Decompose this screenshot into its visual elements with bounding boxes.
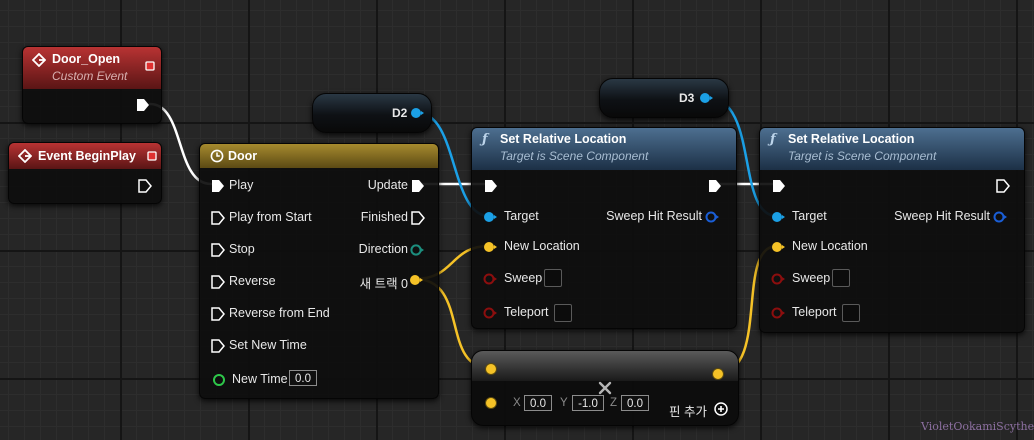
struct-pin-icon[interactable]: [993, 210, 1009, 224]
struct-pin-icon[interactable]: [705, 210, 721, 224]
set-new-time-pin-label: Set New Time: [229, 338, 307, 352]
exec-out-pin-icon[interactable]: [136, 98, 150, 112]
sweep-hit-pin-label-1: Sweep Hit Result: [606, 209, 702, 223]
reverse-pin-label: Reverse: [229, 274, 276, 288]
bool-pin-icon[interactable]: [771, 272, 787, 286]
vector-pin-icon[interactable]: [408, 273, 424, 287]
d3-variable-node[interactable]: D3: [599, 78, 729, 118]
vector-pin-icon[interactable]: [771, 240, 787, 254]
vector-add-header: [472, 351, 738, 381]
object-pin-icon[interactable]: [410, 106, 426, 120]
teleport-pin-label-1: Teleport: [504, 305, 549, 319]
sweep-checkbox-1[interactable]: [544, 269, 562, 287]
exec-out-pin-icon[interactable]: [996, 179, 1010, 193]
watermark-text: VioletOokamiScythe: [921, 420, 1034, 433]
bool-pin-icon[interactable]: [483, 272, 499, 286]
float-pin-icon[interactable]: [212, 373, 226, 387]
teleport-checkbox-2[interactable]: [842, 304, 860, 322]
track-pin-label: 새 트랙 0: [359, 277, 408, 291]
x-axis-label: X: [513, 397, 521, 409]
delegate-pin-icon[interactable]: [145, 61, 155, 71]
new-location-pin-label-2: New Location: [792, 239, 868, 253]
d2-variable-node[interactable]: D2: [312, 93, 432, 133]
sweep-hit-pin-label-2: Sweep Hit Result: [894, 209, 990, 223]
custom-event-title: Door_Open: [52, 52, 121, 66]
teleport-pin-label-2: Teleport: [792, 305, 837, 319]
event-diamond-icon: [32, 53, 46, 67]
sweep-pin-label-2: Sweep: [792, 271, 831, 285]
begin-play-node[interactable]: Event BeginPlay: [8, 142, 162, 204]
object-pin-icon[interactable]: [699, 91, 715, 105]
object-pin-icon[interactable]: [483, 210, 499, 224]
bool-pin-icon[interactable]: [771, 306, 787, 320]
play-from-start-pin-label: Play from Start: [229, 210, 312, 224]
vector-in-pin-icon-b[interactable]: [483, 395, 499, 411]
exec-in-pin-icon[interactable]: [211, 211, 225, 225]
object-pin-icon[interactable]: [771, 210, 787, 224]
update-pin-label: Update: [367, 178, 408, 192]
set-location-subtitle-2: Target is Scene Component: [788, 149, 937, 163]
d3-variable-label: D3: [679, 91, 695, 105]
exec-out-pin-icon[interactable]: [411, 211, 425, 225]
new-time-pin-label: New Time: [232, 372, 288, 386]
set-location-subtitle-1: Target is Scene Component: [500, 149, 649, 163]
exec-out-pin-icon[interactable]: [708, 179, 722, 193]
exec-in-pin-icon[interactable]: [211, 339, 225, 353]
vector-out-pin-icon[interactable]: [710, 366, 726, 382]
exec-in-pin-icon[interactable]: [211, 179, 225, 193]
custom-event-subtitle: Custom Event: [52, 69, 128, 83]
timeline-node[interactable]: Door Play Play from Start Stop Reverse R…: [199, 143, 439, 399]
finished-pin-label: Finished: [360, 210, 408, 224]
exec-in-pin-icon[interactable]: [211, 243, 225, 257]
function-icon: ƒ: [770, 132, 776, 147]
enum-pin-icon[interactable]: [409, 243, 425, 257]
target-pin-label-1: Target: [504, 209, 539, 223]
set-relative-location-node-2[interactable]: ƒ Set Relative Location Target is Scene …: [759, 127, 1025, 333]
add-operator-icon: [598, 381, 612, 395]
begin-play-title: Event BeginPlay: [38, 149, 136, 163]
event-diamond-icon: [18, 149, 32, 163]
direction-pin-label: Direction: [358, 242, 408, 256]
add-pin-plus-icon[interactable]: [714, 402, 728, 416]
sweep-pin-label-1: Sweep: [504, 271, 543, 285]
y-value-input[interactable]: -1.0: [572, 395, 604, 411]
new-location-pin-label-1: New Location: [504, 239, 580, 253]
function-icon: ƒ: [482, 132, 488, 147]
vector-add-node[interactable]: X 0.0 Y -1.0 Z 0.0 핀 추가: [471, 350, 739, 426]
exec-in-pin-icon[interactable]: [772, 179, 786, 193]
new-time-input[interactable]: 0.0: [289, 370, 317, 386]
delegate-pin-icon[interactable]: [147, 151, 157, 161]
y-axis-label: Y: [560, 397, 568, 409]
set-location-title-2: Set Relative Location: [788, 132, 915, 146]
set-relative-location-node-1[interactable]: ƒ Set Relative Location Target is Scene …: [471, 127, 737, 329]
timeline-title: Door: [228, 149, 258, 163]
vector-in-pin-icon-a[interactable]: [483, 361, 499, 377]
exec-in-pin-icon[interactable]: [484, 179, 498, 193]
d2-variable-label: D2: [392, 106, 408, 120]
teleport-checkbox-1[interactable]: [554, 304, 572, 322]
x-value-input[interactable]: 0.0: [524, 395, 552, 411]
exec-out-pin-icon[interactable]: [138, 179, 152, 193]
set-location-title-1: Set Relative Location: [500, 132, 627, 146]
sweep-checkbox-2[interactable]: [832, 269, 850, 287]
z-value-input[interactable]: 0.0: [621, 395, 649, 411]
custom-event-node[interactable]: Door_Open Custom Event: [22, 46, 162, 124]
vector-pin-icon[interactable]: [483, 240, 499, 254]
exec-in-pin-icon[interactable]: [211, 307, 225, 321]
play-pin-label: Play: [229, 178, 254, 192]
reverse-from-end-pin-label: Reverse from End: [229, 306, 330, 320]
stop-pin-label: Stop: [229, 242, 255, 256]
target-pin-label-2: Target: [792, 209, 827, 223]
bool-pin-icon[interactable]: [483, 306, 499, 320]
clock-icon: [210, 149, 224, 163]
add-pin-label[interactable]: 핀 추가: [669, 401, 707, 420]
exec-in-pin-icon[interactable]: [211, 275, 225, 289]
exec-out-pin-icon[interactable]: [411, 179, 425, 193]
z-axis-label: Z: [610, 397, 618, 409]
